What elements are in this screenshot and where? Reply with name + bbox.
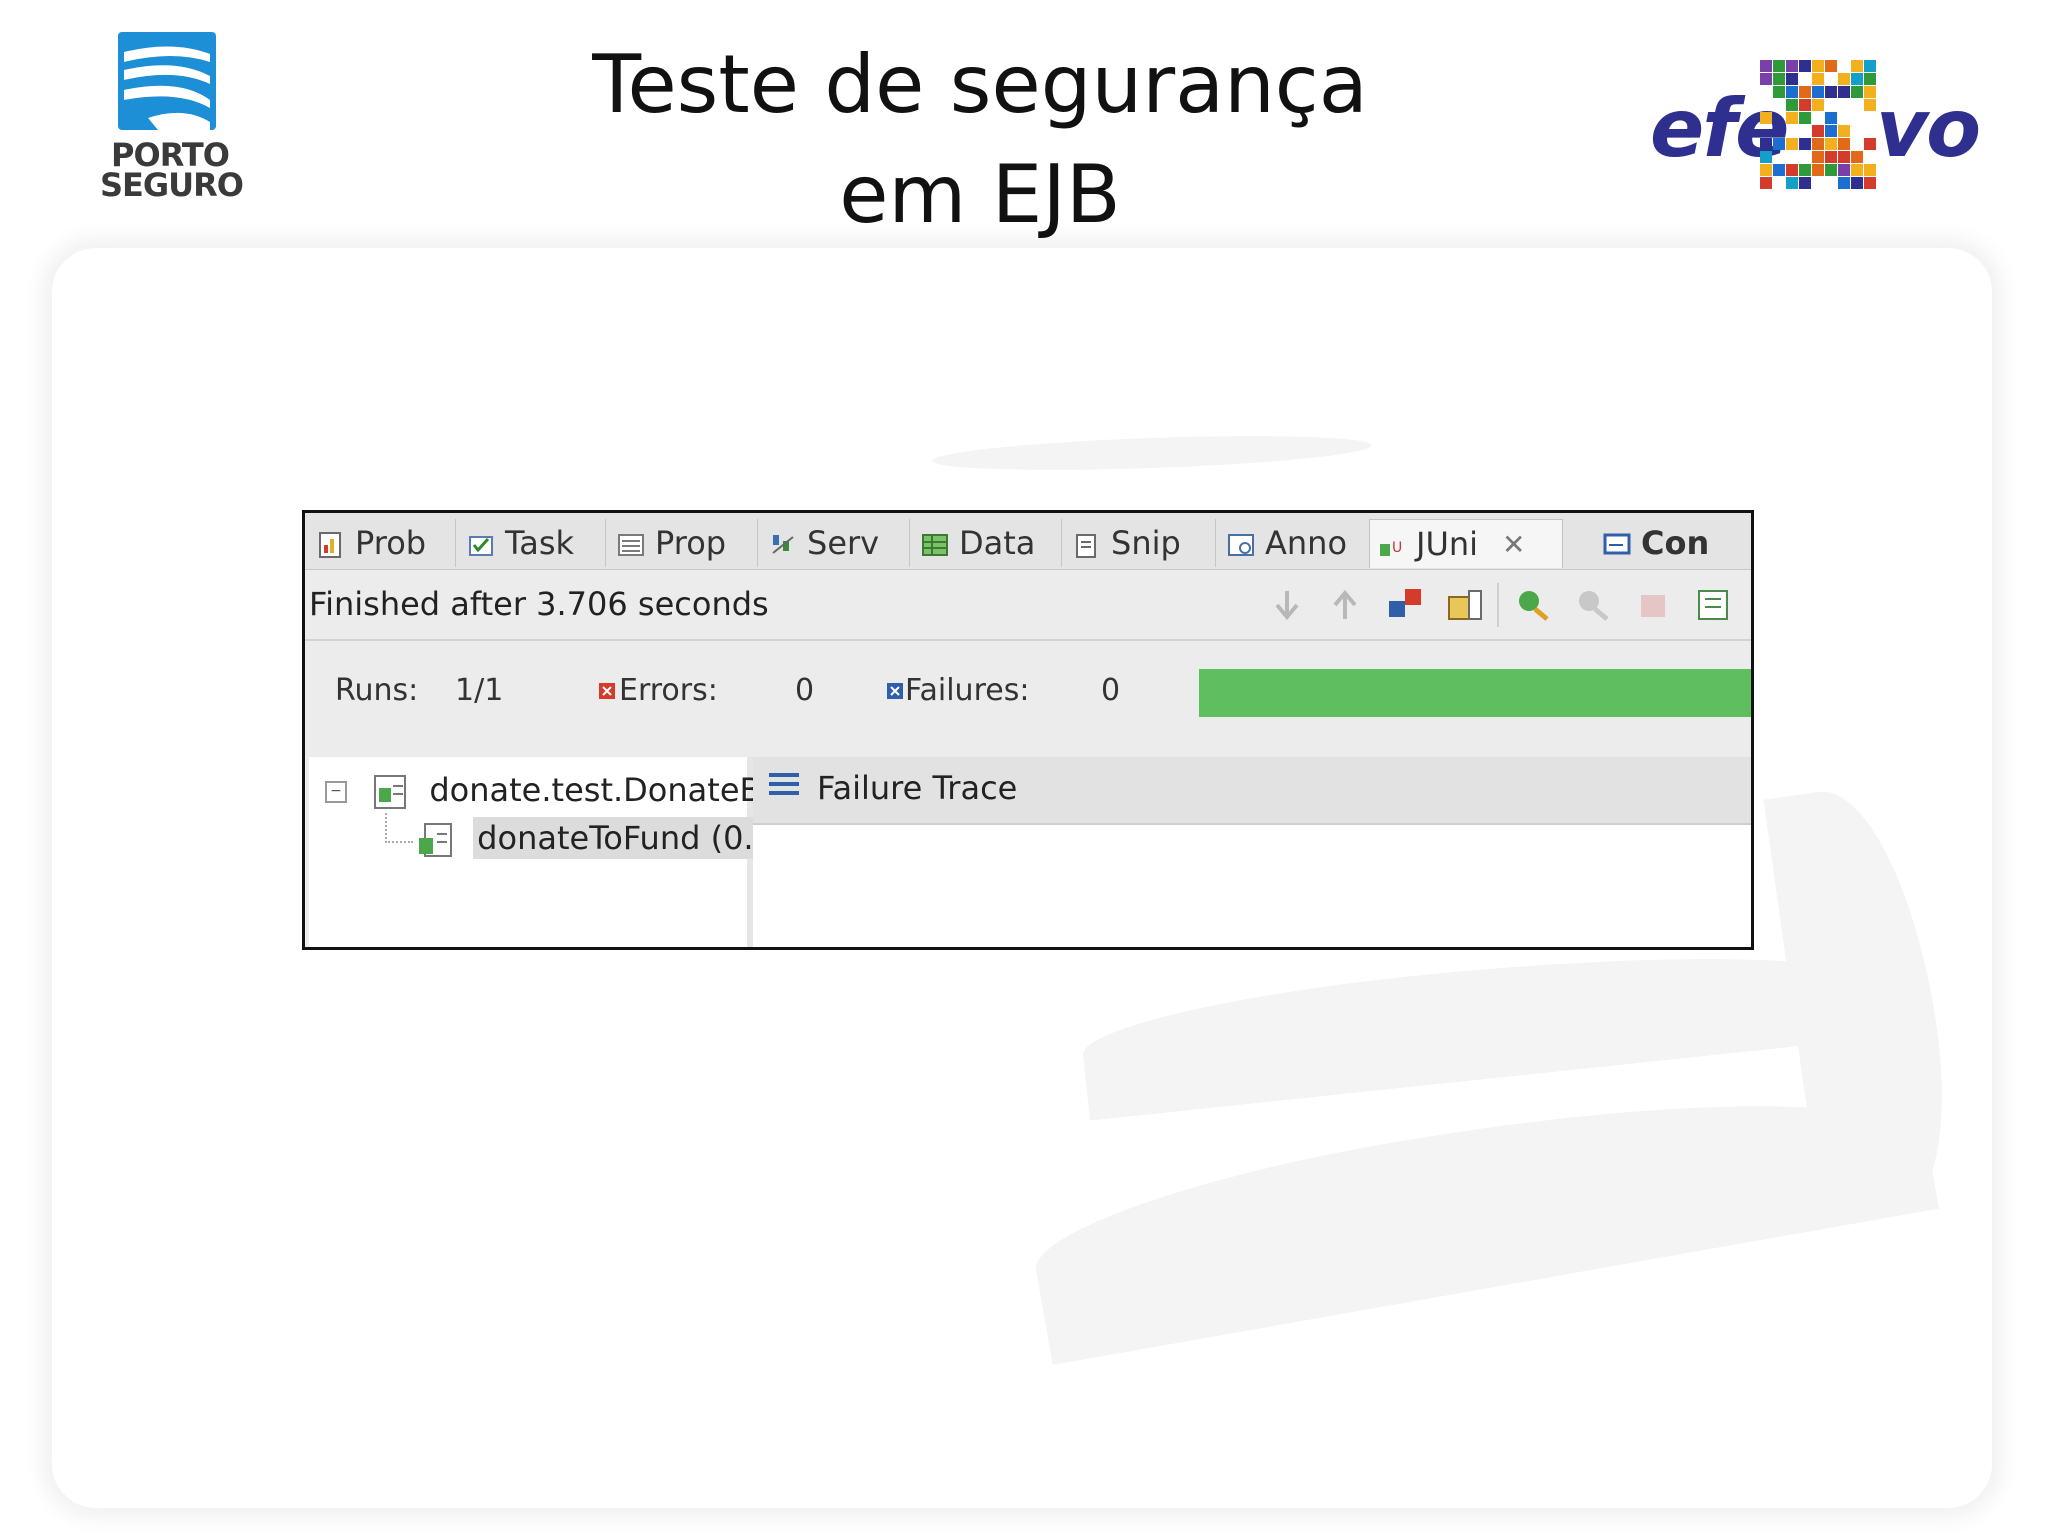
failure-trace-label: Failure Trace — [817, 769, 1018, 807]
console-icon — [1603, 529, 1631, 557]
tasks-icon — [467, 529, 495, 557]
failure-trace-content — [753, 825, 1751, 947]
test-run-history-icon[interactable] — [1695, 587, 1731, 623]
rerun-test-icon[interactable] — [1515, 587, 1551, 623]
tab-label: Data — [959, 524, 1036, 562]
tree-item-suite[interactable]: − donate.test.DonateBe — [325, 771, 781, 810]
view-tab-bar: Prob Task Prop Serv Data Snip Anno U JUn — [305, 513, 1751, 570]
logo-text-vo: vo — [1876, 82, 1981, 175]
mosaic-icon — [1760, 60, 1880, 190]
svg-text:U: U — [1392, 540, 1402, 556]
stop-icon[interactable] — [1635, 587, 1671, 623]
tab-tasks[interactable]: Task — [459, 519, 606, 567]
failures-label: Failures: — [905, 673, 1030, 708]
junit-icon: U — [1378, 530, 1406, 558]
tab-label: Snip — [1111, 524, 1181, 562]
collapse-icon[interactable]: − — [325, 781, 347, 803]
test-name: donateToFund (0. — [473, 817, 758, 859]
rerun-failed-first-icon[interactable] — [1575, 587, 1611, 623]
efetivo-logo: efe vo — [1650, 60, 1981, 200]
junit-view-screenshot: Prob Task Prop Serv Data Snip Anno U JUn — [302, 510, 1754, 950]
data-source-icon — [921, 529, 949, 557]
tab-label: Task — [505, 524, 575, 562]
tab-servers[interactable]: Serv — [761, 519, 910, 567]
next-failure-icon[interactable] — [1269, 587, 1305, 623]
failures-value: 0 — [1101, 673, 1121, 708]
failure-trace-header: Failure Trace — [753, 757, 1751, 825]
test-progress-bar — [1199, 669, 1751, 717]
suite-name: donate.test.DonateBe — [429, 771, 782, 809]
run-status-text: Finished after 3.706 seconds — [309, 585, 769, 623]
runs-label: Runs: — [335, 673, 419, 708]
tab-label: Prop — [655, 524, 727, 562]
test-suite-icon — [374, 775, 407, 809]
test-case-icon — [419, 823, 452, 857]
stack-trace-icon — [769, 773, 799, 799]
errors-value: 0 — [795, 673, 815, 708]
tab-console[interactable]: Con — [1595, 519, 1745, 567]
toolbar-divider — [305, 639, 1751, 641]
tree-connector — [385, 813, 413, 843]
annotations-icon — [1227, 529, 1255, 557]
servers-icon — [769, 529, 797, 557]
background-swoosh — [1078, 925, 1906, 1121]
tab-snippets[interactable]: Snip — [1065, 519, 1216, 567]
snippets-icon — [1073, 529, 1101, 558]
tab-problems[interactable]: Prob — [309, 519, 456, 567]
tab-junit[interactable]: U JUni ✕ — [1369, 519, 1563, 568]
tab-label: Prob — [355, 524, 427, 562]
tab-label: JUni — [1416, 525, 1479, 563]
scroll-lock-icon[interactable] — [1447, 587, 1483, 623]
tab-label: Con — [1641, 524, 1710, 562]
tree-item-test[interactable]: donateToFund (0. — [417, 817, 758, 859]
runs-value: 1/1 — [455, 673, 504, 708]
previous-failure-icon[interactable] — [1327, 587, 1363, 623]
close-icon[interactable]: ✕ — [1502, 528, 1525, 561]
toolbar-separator — [1497, 583, 1499, 627]
tab-data-source[interactable]: Data — [913, 519, 1062, 567]
properties-icon — [617, 529, 645, 557]
error-icon — [599, 683, 615, 699]
tab-label: Anno — [1265, 524, 1348, 562]
background-swoosh — [931, 430, 1373, 476]
tab-properties[interactable]: Prop — [609, 519, 758, 567]
show-failures-only-icon[interactable] — [1387, 587, 1423, 623]
failure-icon — [887, 683, 903, 699]
problems-icon — [317, 529, 345, 558]
tab-label: Serv — [807, 524, 880, 562]
tab-annotations[interactable]: Anno — [1219, 519, 1370, 567]
errors-label: Errors: — [619, 673, 718, 708]
test-tree: − donate.test.DonateBe donateToFund (0. — [309, 757, 781, 947]
